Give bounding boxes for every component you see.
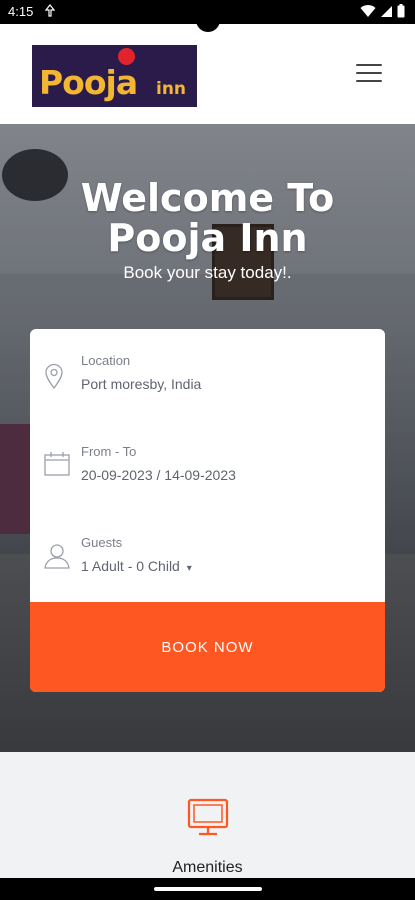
status-time: 4:15 bbox=[8, 4, 34, 19]
wifi-icon bbox=[360, 4, 376, 23]
chevron-down-icon: ▾ bbox=[186, 563, 192, 574]
hero-title: Welcome To Pooja Inn bbox=[0, 178, 415, 258]
battery-icon bbox=[397, 4, 405, 23]
guests-value-text: 1 Adult - 0 Child bbox=[81, 558, 180, 574]
calendar-icon bbox=[44, 452, 70, 480]
location-label: Location bbox=[81, 353, 131, 368]
amenities-label: Amenities bbox=[172, 859, 243, 876]
pooja-inn-logo[interactable]: Pooja inn bbox=[32, 45, 197, 107]
guests-field[interactable]: Guests 1 Adult - 0 Child ▾ bbox=[30, 511, 385, 591]
guests-label: Guests bbox=[81, 535, 123, 550]
book-now-button[interactable]: BOOK NOW bbox=[30, 602, 385, 692]
navigation-bar bbox=[0, 878, 415, 900]
location-pin-icon bbox=[44, 363, 70, 391]
amenities-section: Amenities bbox=[0, 752, 415, 878]
logo-text: Pooja bbox=[39, 63, 138, 102]
gesture-handle[interactable] bbox=[154, 887, 262, 891]
guests-value: 1 Adult - 0 Child ▾ bbox=[81, 558, 192, 574]
date-range-field[interactable]: From - To 20-09-2023 / 14-09-2023 bbox=[30, 420, 385, 500]
app-header: Pooja inn bbox=[0, 24, 415, 124]
person-icon bbox=[44, 543, 70, 571]
dates-value: 20-09-2023 / 14-09-2023 bbox=[81, 467, 236, 483]
hero-title-line1: Welcome To bbox=[80, 176, 335, 220]
booking-card: Location Port moresby, India From - To 2… bbox=[30, 329, 385, 692]
hero-title-line2: Pooja Inn bbox=[107, 216, 308, 260]
dates-label: From - To bbox=[81, 444, 137, 459]
camera-cutout bbox=[196, 8, 220, 32]
signal-icon bbox=[380, 5, 393, 23]
hero-subtitle: Book your stay today!. bbox=[123, 263, 292, 282]
location-value: Port moresby, India bbox=[81, 376, 202, 392]
logo-subtext: inn bbox=[156, 79, 187, 99]
monitor-icon bbox=[186, 798, 230, 838]
location-field[interactable]: Location Port moresby, India bbox=[30, 329, 385, 409]
hamburger-menu-icon[interactable] bbox=[356, 64, 382, 84]
data-saver-icon bbox=[44, 4, 56, 20]
